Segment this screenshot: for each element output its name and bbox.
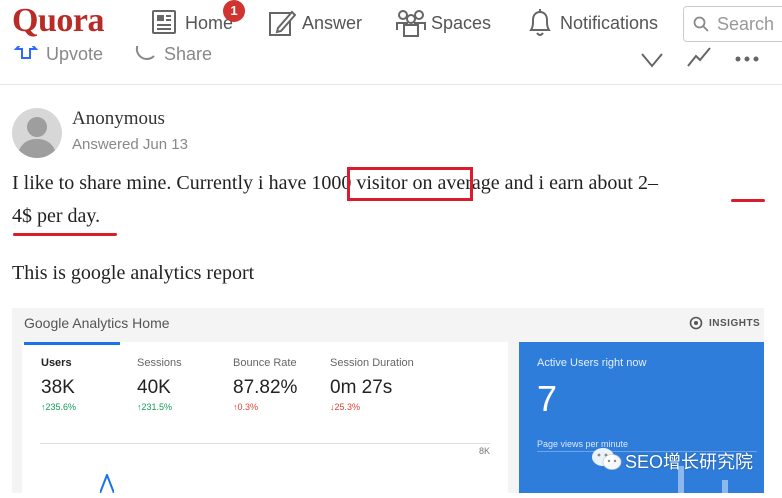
search-placeholder: Search [717, 14, 775, 34]
people-icon[interactable] [395, 8, 427, 38]
chart-gridline [40, 443, 490, 444]
search-icon [693, 16, 709, 37]
page-views-bar [722, 480, 728, 493]
metric-label-bounce-rate: Bounce Rate [233, 357, 297, 369]
selected-tab-indicator [24, 342, 120, 345]
top-nav-bar: Quora Home 1 Answer Spaces Notifications… [0, 0, 782, 46]
avatar[interactable] [12, 108, 62, 158]
metric-change-sessions: ↑231.5% [137, 402, 173, 412]
watermark-text: SEO增长研究院 [625, 452, 754, 472]
answer-date[interactable]: Answered Jun 13 [72, 136, 188, 153]
previous-answer-action-bar: Upvote Share [0, 46, 782, 85]
metric-change-users: ↑235.6% [41, 402, 77, 412]
metric-change-bounce-rate: ↑0.3% [233, 402, 259, 412]
pencil-icon[interactable] [268, 9, 296, 37]
nav-answer[interactable]: Answer [302, 13, 362, 34]
user-silhouette-icon [17, 117, 57, 158]
notification-count-badge: 1 [223, 0, 245, 22]
answer-text-part: I like to share mine. Currently i have [12, 172, 307, 194]
nav-notifications[interactable]: Notifications [560, 13, 658, 34]
more-options-icon[interactable] [734, 50, 760, 68]
insights-label: INSIGHTS [709, 318, 761, 329]
metric-label-session-duration: Session Duration [330, 357, 414, 369]
metric-value-session-duration: 0m 27s [330, 377, 393, 398]
bell-icon[interactable] [527, 8, 553, 38]
metric-value-users: 38K [41, 377, 75, 398]
answer-text-line-1: I like to share mine. Currently i have 1… [12, 172, 658, 195]
reshare-icon[interactable] [686, 46, 712, 73]
active-users-label: Active Users right now [537, 357, 647, 369]
metric-change-session-duration: ↓25.3% [330, 402, 361, 412]
red-highlight-box [347, 167, 473, 201]
share-button[interactable]: Share [164, 46, 212, 65]
wechat-logo-icon [591, 446, 623, 477]
metric-label-users: Users [41, 357, 72, 369]
answer-text-line-2: 4$ per day. [12, 205, 101, 227]
metric-value-bounce-rate: 87.82% [233, 377, 298, 398]
upvote-icon[interactable] [13, 46, 39, 65]
red-underline [731, 199, 765, 202]
author-name[interactable]: Anonymous [72, 108, 165, 130]
upvote-button[interactable]: Upvote [46, 46, 103, 65]
underlined-earnings: 2– [637, 172, 658, 194]
chart-y-tick: 8K [479, 446, 491, 456]
chart-spike [99, 472, 115, 498]
metric-value-sessions: 40K [137, 377, 171, 398]
insights-icon [689, 316, 703, 335]
downvote-icon[interactable] [640, 46, 664, 73]
analytics-title: Google Analytics Home [24, 315, 170, 331]
nav-spaces[interactable]: Spaces [431, 13, 491, 34]
share-icon[interactable] [132, 46, 158, 65]
home-feed-icon[interactable] [151, 9, 177, 35]
answer-paragraph-2: This is google analytics report [12, 262, 255, 284]
red-underline [13, 233, 117, 236]
active-users-value: 7 [537, 378, 558, 419]
metric-label-sessions: Sessions [137, 357, 182, 369]
quora-logo[interactable]: Quora [12, 2, 104, 40]
